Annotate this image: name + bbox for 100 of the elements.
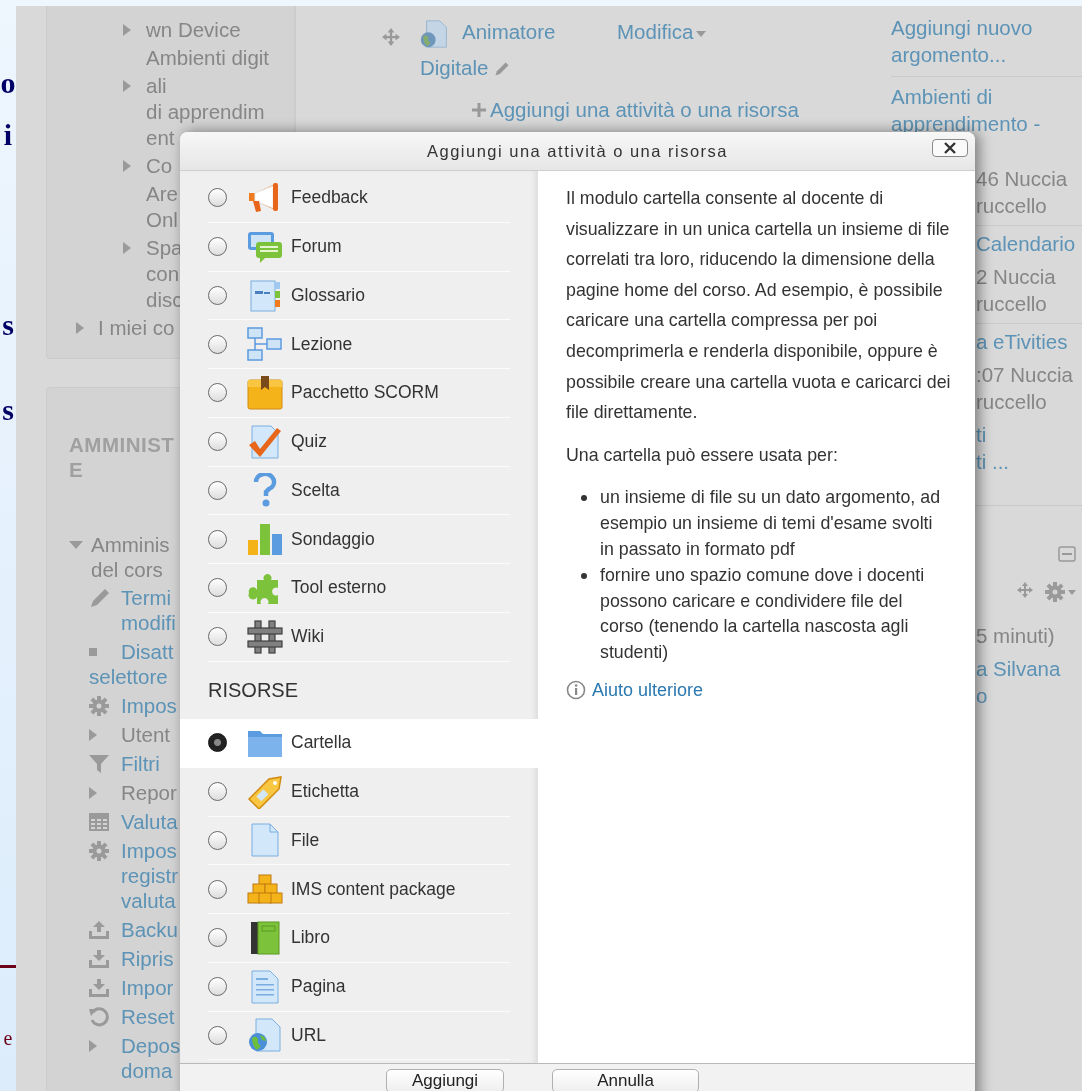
module-name: Forum bbox=[291, 236, 342, 258]
download-icon bbox=[89, 978, 109, 997]
module-name: Quiz bbox=[291, 431, 327, 453]
caret-right-icon bbox=[123, 80, 131, 92]
slide-text: s bbox=[2, 310, 14, 340]
caret-right-icon bbox=[123, 24, 131, 36]
upload-icon bbox=[89, 920, 109, 939]
module-name: File bbox=[291, 829, 320, 851]
radio-button[interactable] bbox=[208, 1025, 227, 1045]
module-option[interactable]: Scelta bbox=[180, 466, 538, 516]
gear-icon bbox=[89, 695, 109, 716]
module-name: Tool esterno bbox=[291, 577, 387, 599]
close-icon bbox=[944, 142, 956, 154]
module-option[interactable]: Quiz bbox=[180, 417, 538, 467]
radio-button[interactable] bbox=[208, 782, 227, 802]
radio-button[interactable] bbox=[208, 977, 227, 997]
help-link[interactable]: Aiuto ulteriore bbox=[592, 679, 704, 701]
module-option[interactable]: Feedback bbox=[180, 174, 538, 223]
module-option[interactable]: Lezione bbox=[180, 320, 538, 369]
module-name: Feedback bbox=[291, 187, 368, 209]
download-icon bbox=[89, 949, 109, 968]
slide-text: i bbox=[3, 120, 13, 150]
post-meta: 5 minuti) bbox=[976, 623, 1056, 649]
slide-text: o bbox=[0, 68, 16, 98]
bullet-icon bbox=[581, 572, 587, 579]
module-name: Lezione bbox=[291, 333, 353, 355]
globe-page-icon bbox=[420, 17, 448, 50]
module-option[interactable]: Sondaggio bbox=[180, 515, 538, 564]
caret-right-icon bbox=[123, 160, 131, 172]
module-option[interactable]: Tool esterno bbox=[180, 564, 538, 613]
module-option[interactable]: Wiki bbox=[180, 612, 538, 662]
bullet-icon bbox=[581, 495, 587, 502]
radio-button[interactable] bbox=[208, 334, 227, 354]
chat-bubbles-icon bbox=[247, 229, 283, 264]
radio-button[interactable] bbox=[208, 529, 227, 549]
module-option[interactable]: Forum bbox=[180, 222, 538, 272]
radio-button[interactable] bbox=[208, 733, 227, 753]
radio-button[interactable] bbox=[208, 627, 227, 647]
reset-icon bbox=[89, 1006, 109, 1027]
pencil-icon bbox=[494, 61, 511, 78]
post-meta: 46 Nuccia ruccello bbox=[976, 166, 1069, 219]
gear-icon bbox=[1045, 582, 1065, 602]
radio-button[interactable] bbox=[208, 383, 227, 403]
dialog-button[interactable]: Annulla bbox=[552, 1069, 699, 1091]
page-icon bbox=[250, 823, 280, 858]
module-name: Libro bbox=[291, 927, 330, 949]
book-icon bbox=[250, 920, 280, 955]
module-name: Etichetta bbox=[291, 781, 360, 803]
description-text: Una cartella può essere usata per: bbox=[566, 443, 839, 467]
document-icon bbox=[250, 969, 280, 1004]
description-text: Il modulo cartella consente al docente di visualizzare in un unica cartella un insieme di file correlati tra loro, riducendo la dimensione della pagine home del corso. Ad esempio, è possibile caricare una cartella compressa per poi decomprimerla e renderla disponibile, oppure è possibile creare una cartella vuota e caricarci dei file direttamente. bbox=[566, 187, 952, 425]
radio-button[interactable] bbox=[208, 285, 227, 305]
pencil-icon bbox=[89, 586, 111, 609]
caret-right-icon bbox=[76, 322, 84, 334]
caret-right-icon bbox=[89, 1039, 97, 1052]
module-name: IMS content package bbox=[291, 878, 456, 900]
slide-text: s bbox=[2, 395, 14, 425]
bullet-text: fornire uno spazio comune dove i docenti possono caricare e condividere file del corso (tenendo la cartella nascosta agli studenti) bbox=[600, 563, 926, 665]
module-option[interactable]: File bbox=[180, 816, 538, 866]
radio-button[interactable] bbox=[208, 237, 227, 257]
module-name: Pacchetto SCORM bbox=[291, 382, 439, 404]
radio-button[interactable] bbox=[208, 928, 227, 948]
boxes-icon bbox=[247, 874, 283, 905]
close-button[interactable] bbox=[932, 139, 968, 157]
module-name: Cartella bbox=[291, 732, 352, 754]
module-option[interactable]: Libro bbox=[180, 914, 538, 963]
radio-button[interactable] bbox=[208, 432, 227, 452]
plus-icon bbox=[472, 102, 486, 117]
grid-icon bbox=[247, 619, 283, 654]
module-name: Wiki bbox=[291, 626, 325, 648]
info-icon bbox=[566, 680, 586, 701]
caret-right-icon bbox=[123, 242, 131, 254]
module-option[interactable]: Cartella bbox=[180, 719, 538, 768]
gear-icon bbox=[89, 840, 109, 861]
dialog-button[interactable]: Aggiungi bbox=[386, 1069, 504, 1091]
module-option[interactable]: Pacchetto SCORM bbox=[180, 369, 538, 418]
radio-button[interactable] bbox=[208, 188, 227, 208]
radio-button[interactable] bbox=[208, 480, 227, 500]
caret-right-icon bbox=[89, 786, 97, 799]
module-option[interactable]: Etichetta bbox=[180, 767, 538, 817]
radio-button[interactable] bbox=[208, 879, 227, 899]
module-name: Sondaggio bbox=[291, 528, 375, 550]
bar-chart-icon bbox=[247, 522, 283, 557]
section-heading: RISORSE bbox=[208, 678, 299, 702]
module-name: Glossario bbox=[291, 284, 365, 306]
slide-text: e bbox=[3, 1028, 13, 1048]
caret-right-icon bbox=[89, 728, 97, 741]
caret-down-icon bbox=[69, 540, 83, 549]
module-option[interactable]: URL bbox=[180, 1011, 538, 1061]
flowchart-icon bbox=[247, 327, 283, 362]
checkmark-page-icon bbox=[247, 424, 283, 459]
radio-button[interactable] bbox=[208, 830, 227, 850]
module-option[interactable]: Pagina bbox=[180, 962, 538, 1012]
globe-page-icon bbox=[248, 1018, 282, 1053]
caret-down-icon bbox=[696, 30, 707, 37]
module-option[interactable]: Glossario bbox=[180, 271, 538, 321]
radio-button[interactable] bbox=[208, 578, 227, 598]
table-icon bbox=[89, 812, 109, 831]
module-name: Pagina bbox=[291, 976, 346, 998]
module-option[interactable]: IMS content package bbox=[180, 865, 538, 914]
